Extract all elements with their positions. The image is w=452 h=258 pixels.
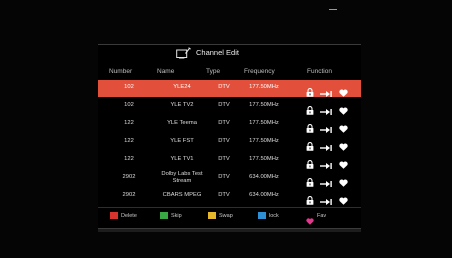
channel-number: 102 (124, 102, 134, 108)
channel-name: YLE TV1 (170, 156, 194, 162)
channel-name-line: Stream (172, 178, 192, 184)
skip-icon[interactable] (320, 193, 333, 205)
lock-icon[interactable] (306, 120, 314, 133)
channel-type: DTV (218, 84, 230, 90)
lock-icon[interactable] (306, 192, 314, 205)
yellow-key (208, 212, 216, 219)
channel-row[interactable]: 2902 CBARS MPEG DTV 634.00MHz (98, 188, 361, 205)
channel-frequency: 177.50MHz (249, 84, 279, 90)
fav-heart-icon (306, 212, 314, 225)
legend-label: Fav (317, 213, 327, 219)
favorite-heart-icon[interactable] (339, 102, 348, 115)
column-header-type: Type (206, 68, 221, 75)
favorite-heart-icon[interactable] (339, 156, 348, 169)
green-key (160, 212, 168, 219)
edit-icon (176, 47, 191, 59)
divider (98, 207, 361, 208)
legend-label: Skip (171, 213, 182, 219)
channel-name: YLE FST (170, 138, 194, 144)
channel-type: DTV (218, 156, 230, 162)
channel-frequency: 177.50MHz (249, 138, 279, 144)
channel-number: 2902 (122, 192, 136, 198)
skip-icon[interactable] (320, 157, 333, 169)
legend-label: Delete (121, 213, 137, 219)
top-indicator (329, 9, 337, 10)
channel-row[interactable]: 122 YLE Teema DTV 177.50MHz (98, 116, 361, 133)
column-header-frequency: Frequency (244, 68, 275, 75)
favorite-heart-icon[interactable] (339, 174, 348, 187)
favorite-heart-icon[interactable] (339, 120, 348, 133)
legend-label: Swap (219, 213, 233, 219)
lock-icon[interactable] (306, 84, 314, 97)
legend-label: lock (269, 213, 279, 219)
favorite-heart-icon[interactable] (339, 138, 348, 151)
channel-row[interactable]: 122 YLE FST DTV 177.50MHz (98, 134, 361, 151)
favorite-heart-icon[interactable] (339, 192, 348, 205)
channel-type: DTV (218, 174, 230, 180)
skip-icon[interactable] (320, 175, 333, 187)
channel-frequency: 634.00MHz (249, 192, 279, 198)
color-key-legend: Delete Skip Swap lock Fav (98, 210, 361, 225)
channel-edit-panel: Channel Edit Number Name Type Frequency … (98, 44, 361, 232)
channel-row[interactable]: 102 YLE TV2 DTV 177.50MHz (98, 98, 361, 115)
channel-type: DTV (218, 102, 230, 108)
title-bar: Channel Edit (98, 45, 361, 61)
channel-number: 102 (124, 84, 134, 90)
channel-type: DTV (218, 192, 230, 198)
channel-name: YLE24 (173, 84, 191, 90)
column-header-number: Number (109, 68, 133, 75)
channel-name-line: Dolby Labs Test (161, 171, 203, 177)
lock-icon[interactable] (306, 102, 314, 115)
channel-frequency: 177.50MHz (249, 156, 279, 162)
channel-name: YLE TV2 (170, 102, 194, 108)
bottom-bar (98, 228, 361, 232)
channel-number: 122 (124, 138, 134, 144)
channel-name: YLE Teema (167, 120, 197, 126)
skip-icon[interactable] (320, 139, 333, 151)
red-key (110, 212, 118, 219)
table-header: Number Name Type Frequency Function (98, 67, 361, 79)
channel-name: Dolby Labs Test Stream (148, 171, 216, 185)
channel-number: 122 (124, 156, 134, 162)
skip-icon[interactable] (320, 121, 333, 133)
channel-frequency: 177.50MHz (249, 102, 279, 108)
skip-icon[interactable] (320, 103, 333, 115)
skip-icon[interactable] (320, 85, 333, 97)
channel-row[interactable]: 102 YLE24 DTV 177.50MHz (98, 80, 361, 97)
column-header-name: Name (157, 68, 175, 75)
favorite-heart-icon[interactable] (339, 84, 348, 97)
channel-name: CBARS MPEG (162, 192, 202, 198)
channel-row[interactable]: 122 YLE TV1 DTV 177.50MHz (98, 152, 361, 169)
channel-row[interactable]: 2902 Dolby Labs Test Stream DTV 634.00MHz (98, 170, 361, 187)
lock-icon[interactable] (306, 156, 314, 169)
blue-key (258, 212, 266, 219)
channel-number: 122 (124, 120, 134, 126)
channel-number: 2902 (122, 174, 136, 180)
lock-icon[interactable] (306, 138, 314, 151)
channel-type: DTV (218, 138, 230, 144)
channel-type: DTV (218, 120, 230, 126)
lock-icon[interactable] (306, 174, 314, 187)
column-header-function: Function (307, 68, 332, 75)
channel-frequency: 177.50MHz (249, 120, 279, 126)
page-title: Channel Edit (196, 48, 239, 57)
channel-frequency: 634.00MHz (249, 174, 279, 180)
